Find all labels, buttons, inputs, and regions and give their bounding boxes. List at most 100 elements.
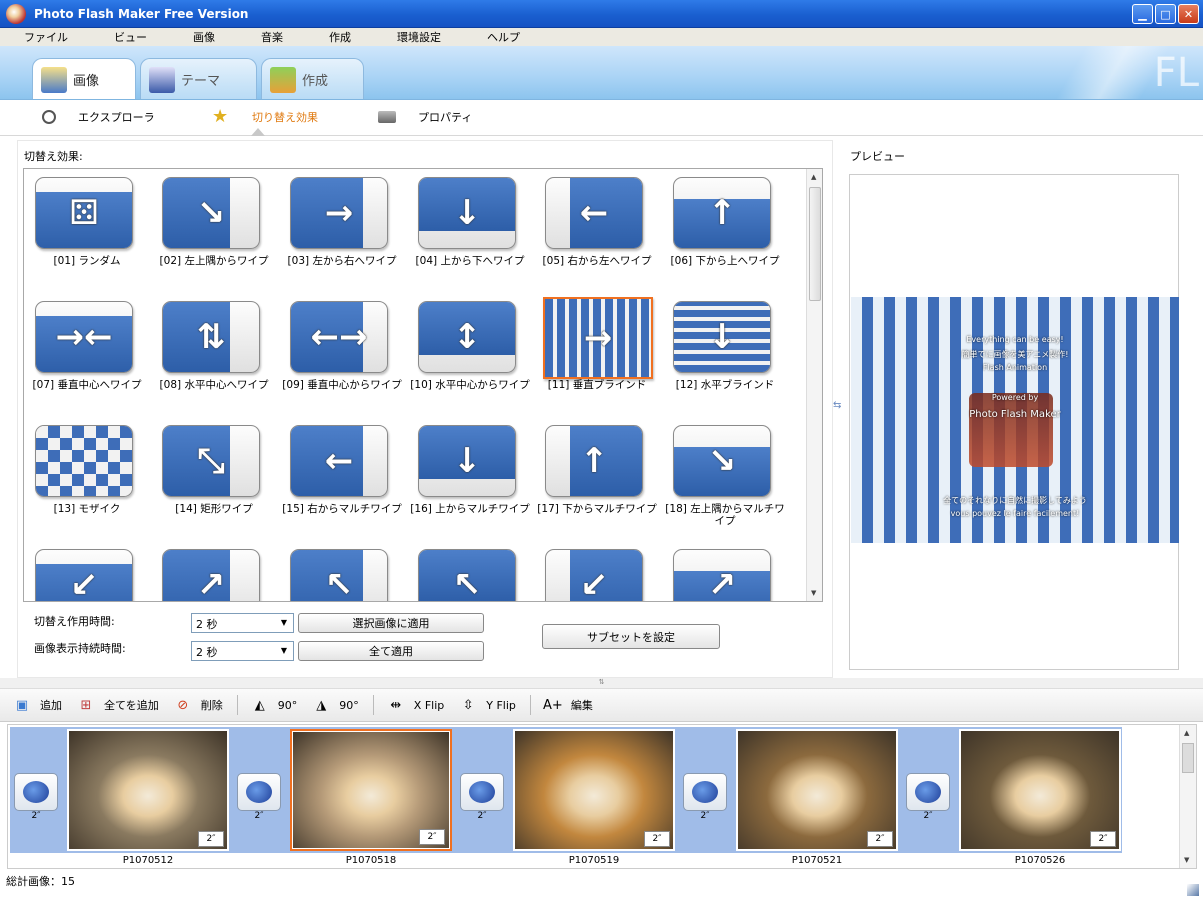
rotate-left-button[interactable]: ◭ 90° [250, 696, 298, 714]
edit-button[interactable]: A+ 編集 [543, 696, 593, 714]
effect-label: [02] 左上隅からワイプ [159, 255, 269, 267]
delete-icon: ⊘ [177, 697, 189, 713]
apply-selected-button[interactable]: 選択画像に適用 [298, 613, 484, 633]
splitter-handle[interactable]: ⇅ [0, 678, 1203, 688]
main-tab-band: FL 画像 テーマ 作成 [0, 46, 1203, 100]
menu-help[interactable]: ヘルプ [487, 29, 520, 45]
menu-music[interactable]: 音楽 [261, 29, 283, 45]
effect-arrow-icon: ⇅ [196, 317, 226, 357]
dice-icon [692, 781, 718, 803]
effect-item[interactable]: ↖ [279, 541, 405, 601]
effect-item[interactable]: ←→ [09] 垂直中心からワイプ [279, 293, 405, 417]
effect-item[interactable]: ← [05] 右から左へワイプ [534, 169, 660, 293]
menu-file[interactable]: ファイル [24, 29, 68, 45]
panel-collapse-icon[interactable]: ⇆ [833, 400, 841, 411]
strip-scrollbar[interactable]: ▲ ▼ [1179, 725, 1196, 868]
maximize-button[interactable]: □ [1155, 4, 1176, 24]
delete-button[interactable]: ⊘ 削除 [173, 696, 222, 714]
effect-item[interactable]: [13] モザイク [24, 417, 150, 541]
effect-item[interactable]: ⇅ [08] 水平中心へワイプ [151, 293, 277, 417]
effect-item[interactable]: ↗ [151, 541, 277, 601]
sub-tab-bar: エクスプローラ ★ 切り替え効果 プロパティ [0, 100, 1203, 136]
add-all-button[interactable]: ⊞ 全てを追加 [76, 696, 159, 714]
photo-thumbnail[interactable]: 2″ [959, 729, 1121, 851]
transition-duration: 2″ [700, 811, 710, 821]
effect-thumbnail: ↙ [545, 549, 643, 601]
effect-item[interactable]: ↕ [10] 水平中心からワイプ [407, 293, 533, 417]
effect-item[interactable]: ⚄ [01] ランダム [24, 169, 150, 293]
strip-scrollbar-thumb[interactable] [1182, 743, 1194, 773]
transition-marker[interactable] [683, 773, 727, 811]
menu-view[interactable]: ビュー [114, 29, 147, 45]
effect-item[interactable]: ↙ [24, 541, 150, 602]
effect-item[interactable]: ↙ [534, 541, 660, 601]
subtab-explorer[interactable]: エクスプローラ [42, 100, 155, 134]
close-button[interactable]: ✕ [1178, 4, 1199, 24]
subtab-pointer [251, 128, 265, 136]
effect-arrow-icon: ↙ [69, 565, 99, 602]
effect-arrow-icon: → [583, 318, 613, 358]
effect-label: [07] 垂直中心へワイプ [32, 379, 142, 391]
effect-item[interactable]: ↘ [02] 左上隅からワイプ [151, 169, 277, 293]
transition-marker[interactable] [14, 773, 58, 811]
photo-filename: P1070512 [122, 855, 174, 866]
tab-theme[interactable]: テーマ [140, 58, 257, 99]
transition-time-select[interactable]: 2 秒 ▼ [191, 613, 294, 633]
effect-thumbnail: ↖ [290, 549, 388, 601]
photo-thumbnail[interactable]: 2″ [513, 729, 675, 851]
transition-duration: 2″ [477, 811, 487, 821]
effect-item[interactable]: → [11] 垂直ブラインド [534, 293, 660, 417]
transition-marker[interactable] [906, 773, 950, 811]
dice-icon [246, 781, 272, 803]
effect-item[interactable]: ↘ [18] 左上隅からマルチワイプ [662, 417, 788, 541]
effect-item[interactable]: → [03] 左から右へワイプ [279, 169, 405, 293]
effect-arrow-icon: ⚄ [69, 193, 99, 233]
scrollbar-thumb[interactable] [809, 187, 821, 301]
transition-marker[interactable] [237, 773, 281, 811]
effect-item[interactable]: →← [07] 垂直中心へワイプ [24, 293, 150, 417]
add-button[interactable]: ▣ 追加 [12, 696, 62, 714]
effect-item[interactable]: ↑ [06] 下から上へワイプ [662, 169, 788, 293]
effect-item[interactable]: ← [15] 右からマルチワイプ [279, 417, 405, 541]
subtab-properties[interactable]: プロパティ [378, 100, 472, 134]
effect-grid: ↗ ↙ ↖ ↖ ↗ ↙ ↘ [18] 左上隅からマルチワイプ ↑ [17] 下からマルチワイプ ↓ [… [23, 168, 823, 602]
transition-marker[interactable] [460, 773, 504, 811]
preview-area: Everything can be easy! 簡単でに画像を美アニメ製作! F… [849, 174, 1179, 670]
status-bar: 総計画像：15 [0, 871, 1203, 900]
subtab-transition[interactable]: ★ 切り替え効果 [212, 100, 318, 134]
display-time-select[interactable]: 2 秒 ▼ [191, 641, 294, 661]
photo-thumbnail[interactable]: 2″ [290, 729, 452, 851]
effect-item[interactable]: ↖ [407, 541, 533, 601]
y-flip-button[interactable]: ⇳ Y Flip [458, 696, 516, 714]
photo-thumbnail[interactable]: 2″ [736, 729, 898, 851]
menu-settings[interactable]: 環境設定 [397, 29, 441, 45]
photo-strip: ▲ ▼ 2″ 2″ P1070512 2″ 2″ P1070518 2″ 2″ P1070519… [7, 724, 1197, 869]
photo-thumbnail[interactable]: 2″ [67, 729, 229, 851]
effect-thumbnail: →← [35, 301, 133, 373]
minimize-button[interactable]: ▁ [1132, 4, 1153, 24]
effect-item[interactable]: ⤡ [14] 矩形ワイプ [151, 417, 277, 541]
effect-item[interactable]: ↑ [17] 下からマルチワイプ [534, 417, 660, 541]
dice-icon [23, 781, 49, 803]
tab-create[interactable]: 作成 [261, 58, 364, 99]
photo-filename: P1070518 [345, 855, 397, 866]
effect-thumbnail: ↑ [545, 425, 643, 497]
effect-item[interactable]: ↗ [662, 541, 788, 601]
effect-thumbnail: ↓ [418, 425, 516, 497]
menu-image[interactable]: 画像 [193, 29, 215, 45]
effect-item[interactable]: ↓ [16] 上からマルチワイプ [407, 417, 533, 541]
apply-all-button[interactable]: 全て適用 [298, 641, 484, 661]
rotate-right-button[interactable]: ◮ 90° [311, 696, 359, 714]
x-flip-button[interactable]: ⇹ X Flip [386, 696, 444, 714]
effect-item[interactable]: ↓ [04] 上から下へワイプ [407, 169, 533, 293]
y-flip-icon: ⇳ [462, 697, 474, 713]
effect-label: [06] 下から上へワイプ [670, 255, 780, 267]
theme-tab-icon [149, 66, 175, 93]
title-bar: Photo Flash Maker Free Version ▁ □ ✕ [0, 0, 1203, 28]
preview-label: プレビュー [850, 150, 905, 163]
effect-grid-scrollbar[interactable]: ▲ ▼ [806, 169, 822, 601]
tab-image[interactable]: 画像 [32, 58, 136, 99]
set-subset-button[interactable]: サブセットを設定 [542, 624, 720, 649]
menu-create[interactable]: 作成 [329, 29, 351, 45]
effect-item[interactable]: ↓ [12] 水平ブラインド [662, 293, 788, 417]
